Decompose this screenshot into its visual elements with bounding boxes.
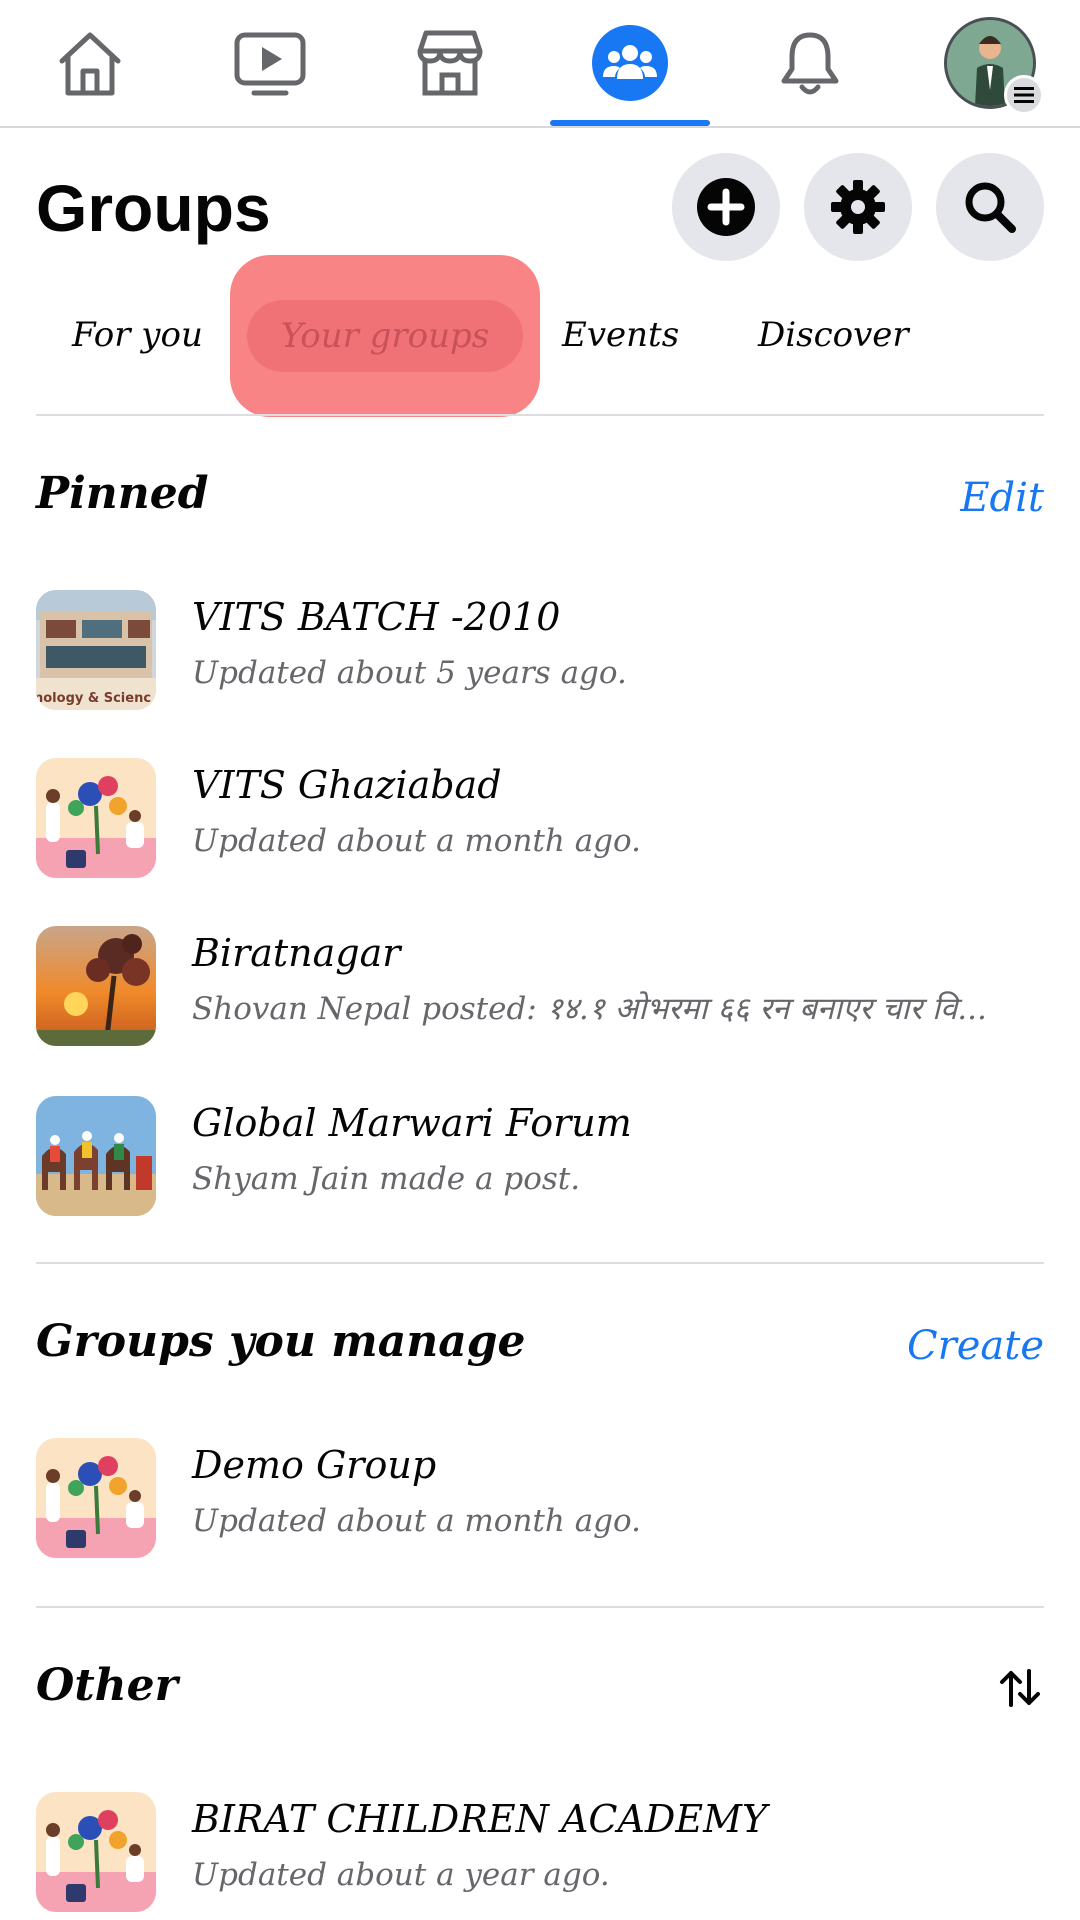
add-icon xyxy=(697,178,755,236)
group-thumbnail xyxy=(36,1438,156,1558)
nav-profile-tab[interactable] xyxy=(910,0,1070,126)
group-thumbnail xyxy=(36,1096,156,1216)
pinned-section-title: Pinned xyxy=(36,468,209,519)
video-icon xyxy=(234,32,306,96)
group-name: Demo Group xyxy=(192,1443,437,1487)
create-group-button[interactable] xyxy=(672,153,780,261)
sort-icon[interactable] xyxy=(996,1664,1044,1712)
top-navigation-bar xyxy=(0,0,1080,128)
tab-events[interactable]: Events xyxy=(562,285,679,385)
home-icon xyxy=(59,32,121,96)
group-subtitle: Shovan Nepal posted: १४.१ ओभरमा ६६ रन बन… xyxy=(192,991,987,1027)
tab-discover[interactable]: Discover xyxy=(758,285,909,385)
group-row-biratnagar[interactable]: Biratnagar Shovan Nepal posted: १४.१ ओभर… xyxy=(36,924,1044,1048)
tab-for-you[interactable]: For you xyxy=(72,285,203,385)
group-thumbnail xyxy=(36,1792,156,1912)
group-name: Global Marwari Forum xyxy=(192,1101,632,1145)
group-subtitle: Updated about a year ago. xyxy=(192,1857,610,1893)
menu-icon xyxy=(1004,75,1044,115)
active-tab-indicator xyxy=(550,120,710,126)
section-divider xyxy=(36,1606,1044,1608)
group-subtitle: Updated about a month ago. xyxy=(192,823,642,859)
tab-your-groups-label: Your groups xyxy=(246,300,524,372)
search-button[interactable] xyxy=(936,153,1044,261)
settings-button[interactable] xyxy=(804,153,912,261)
group-thumbnail: nology & Scienc xyxy=(36,590,156,710)
nav-watch-tab[interactable] xyxy=(190,0,350,126)
avatar xyxy=(944,17,1044,115)
group-row-demo-group[interactable]: Demo Group Updated about a month ago. xyxy=(36,1436,1044,1560)
group-name: Biratnagar xyxy=(192,931,401,975)
store-icon xyxy=(417,30,483,96)
other-section-title: Other xyxy=(36,1660,178,1711)
group-subtitle: Shyam Jain made a post. xyxy=(192,1161,581,1197)
managed-section-title: Groups you manage xyxy=(36,1316,526,1367)
section-divider xyxy=(36,1262,1044,1264)
nav-notifications-tab[interactable] xyxy=(730,0,890,126)
group-name: BIRAT CHILDREN ACADEMY xyxy=(192,1797,768,1841)
tab-your-groups[interactable]: Your groups xyxy=(230,255,540,417)
group-subtitle: Updated about 5 years ago. xyxy=(192,655,627,691)
nav-marketplace-tab[interactable] xyxy=(370,0,530,126)
create-group-link[interactable]: Create xyxy=(907,1318,1044,1374)
thumbnail-caption: nology & Scienc xyxy=(36,691,151,706)
bell-icon xyxy=(781,32,839,95)
search-icon xyxy=(965,182,1016,233)
group-thumbnail xyxy=(36,758,156,878)
group-name: VITS Ghaziabad xyxy=(192,763,502,807)
edit-pinned-link[interactable]: Edit xyxy=(960,470,1044,526)
tabs-divider xyxy=(36,414,1044,416)
gear-icon xyxy=(831,180,885,234)
group-subtitle: Updated about a month ago. xyxy=(192,1503,642,1539)
group-row-birat-children-academy[interactable]: BIRAT CHILDREN ACADEMY Updated about a y… xyxy=(36,1790,1044,1914)
nav-groups-tab[interactable] xyxy=(550,0,710,126)
groups-tab-bar: For you Your groups Events Discover xyxy=(36,255,1044,417)
page-title: Groups xyxy=(36,171,271,245)
groups-icon xyxy=(592,25,668,101)
nav-home-tab[interactable] xyxy=(10,0,170,126)
group-row-vits-batch-2010[interactable]: nology & Scienc VITS BATCH -2010 Updated… xyxy=(36,588,1044,712)
group-row-global-marwari-forum[interactable]: Global Marwari Forum Shyam Jain made a p… xyxy=(36,1094,1044,1218)
group-name: VITS BATCH -2010 xyxy=(192,595,561,639)
group-row-vits-ghaziabad[interactable]: VITS Ghaziabad Updated about a month ago… xyxy=(36,756,1044,880)
group-thumbnail xyxy=(36,926,156,1046)
